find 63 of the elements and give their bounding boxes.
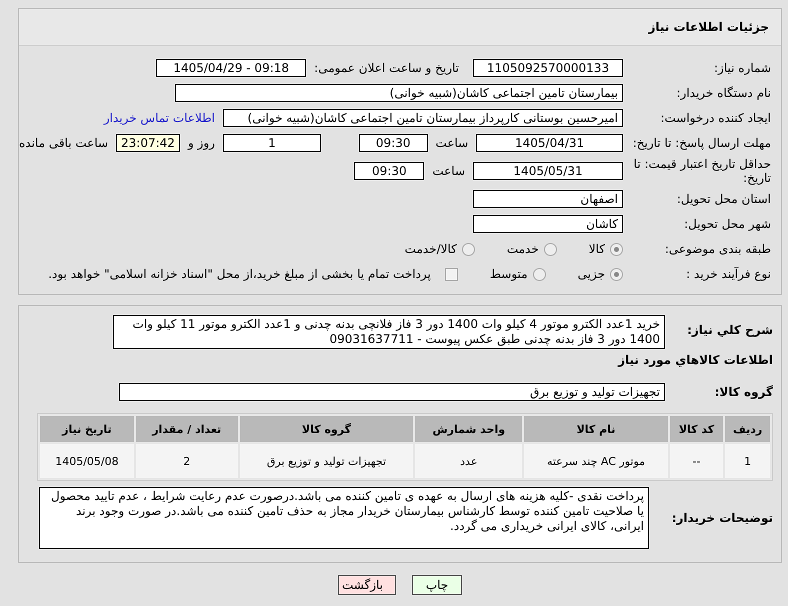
date-field: 1405/05/31 (473, 162, 623, 180)
description-field: خريد 1عدد الکترو موتور 4 کیلو وات 1400 دور 3 فاز فلانچی بدنه چدنی و 1عدد الکترو موتور 11 کیلو وات 1400 دور 3 فاز بدنه چدنی طبق عکس پیوست - 09031637711 (113, 315, 665, 349)
buyer-org-field: بیمارستان تامین اجتماعی کاشان(شبیه خوانی) (175, 84, 623, 102)
radio-button[interactable] (532, 268, 546, 280)
time-field: 09:30 (358, 134, 428, 152)
radio-label: جزیی (578, 267, 605, 281)
field-label: حداقل تاریخ اعتبار قیمت: تا تاریخ: (632, 157, 772, 185)
time-field: 09:30 (354, 162, 424, 180)
print-button[interactable]: چاپ (412, 575, 462, 595)
radio-button[interactable] (544, 242, 557, 256)
field-label: استان محل تحویل: (676, 192, 772, 206)
table-cell: 1405/05/08 (40, 444, 134, 478)
contact-link[interactable]: اطلاعات تماس خریدار (104, 111, 215, 125)
column-header: واحد شمارش (415, 416, 522, 442)
table-cell: 1 (725, 444, 770, 478)
remaining-label: ساعت باقی مانده (19, 136, 108, 150)
field-label: نوع فرآیند خرید : (685, 267, 772, 281)
field-label: شماره نیاز: (713, 61, 772, 75)
radio-label: کالا (588, 242, 605, 256)
province-field: اصفهان (473, 190, 623, 208)
city-field: کاشان (473, 215, 623, 233)
table-cell: تجهیزات تولید و توزیع برق (240, 444, 414, 478)
section-title: اطلاعات کالاهاي مورد نياز (616, 353, 773, 367)
radio-label: خدمت (506, 242, 539, 256)
field-label: شهر محل تحویل: (683, 217, 772, 231)
field-label: نام دستگاه خریدار: (676, 86, 772, 100)
table-cell: -- (670, 444, 724, 478)
column-header: ردیف (725, 416, 770, 442)
column-header: کد کالا (670, 416, 724, 442)
checkbox-label: پرداخت تمام یا بخشی از مبلغ خرید،از محل "اسناد خزانه اسلامی" خواهد بود. (48, 267, 431, 281)
column-header: نام کالا (524, 416, 668, 442)
date-field: 1405/04/31 (476, 134, 623, 152)
column-header: گروه کالا (240, 416, 414, 442)
announce-date-field: 1405/04/29 - 09:18 (156, 59, 306, 77)
field-label: طبقه بندی موضوعی: (664, 242, 772, 256)
days-label: روز و (188, 136, 215, 150)
table-cell: عدد (415, 444, 522, 478)
days-field: 1 (222, 134, 321, 152)
time-label: ساعت (436, 136, 468, 150)
radio-label: متوسط (490, 267, 528, 281)
remaining-time-field: 23:07:42 (116, 134, 180, 152)
field-label: تاریخ و ساعت اعلان عمومی: (314, 61, 459, 75)
radio-button[interactable] (610, 242, 623, 256)
field-label: ایجاد کننده درخواست: (659, 111, 772, 125)
column-header: تاریخ نیاز (40, 416, 134, 442)
radio-button[interactable] (610, 268, 623, 280)
time-label: ساعت (432, 164, 465, 178)
back-button[interactable]: بازگشت (338, 575, 396, 595)
table-cell: 2 (136, 444, 238, 478)
field-label: مهلت ارسال پاسخ: تا تاریخ: (632, 136, 772, 150)
table-cell: موتور AC چند سرعته (524, 444, 668, 478)
column-header: تعداد / مقدار (136, 416, 238, 442)
buyer-notes-field: پرداخت نقدی -کلیه هزینه های ارسال به عهده ی تامین کننده می باشد.درصورت عدم رعایت شرایط ، عدم تایید محصول یا صلاحیت تامین کننده توسط کارشناس بیمارستان خریدار مجاز به حذف تامین کننده می باشد.در صورت وجود برند ایرانی، کالای ایرانی خریداری می گردد. (39, 487, 649, 549)
panel-title: جزئیات اطلاعات نیاز (648, 20, 769, 34)
need-number-field: 1105092570000133 (473, 59, 623, 77)
creator-field: امیرحسین بوستانی کارپرداز بیمارستان تامین اجتماعی کاشان(شبیه خوانی) (223, 109, 623, 127)
goods-group-field: تجهیزات تولید و توزیع برق (119, 383, 665, 401)
field-label: شرح کلي نياز: (686, 323, 773, 337)
field-label: توضیحات خریدار: (670, 511, 773, 525)
radio-label: کالا/خدمت (404, 242, 457, 256)
radio-button[interactable] (462, 242, 475, 256)
field-label: گروه کالا: (714, 385, 773, 399)
checkbox[interactable] (444, 268, 458, 280)
